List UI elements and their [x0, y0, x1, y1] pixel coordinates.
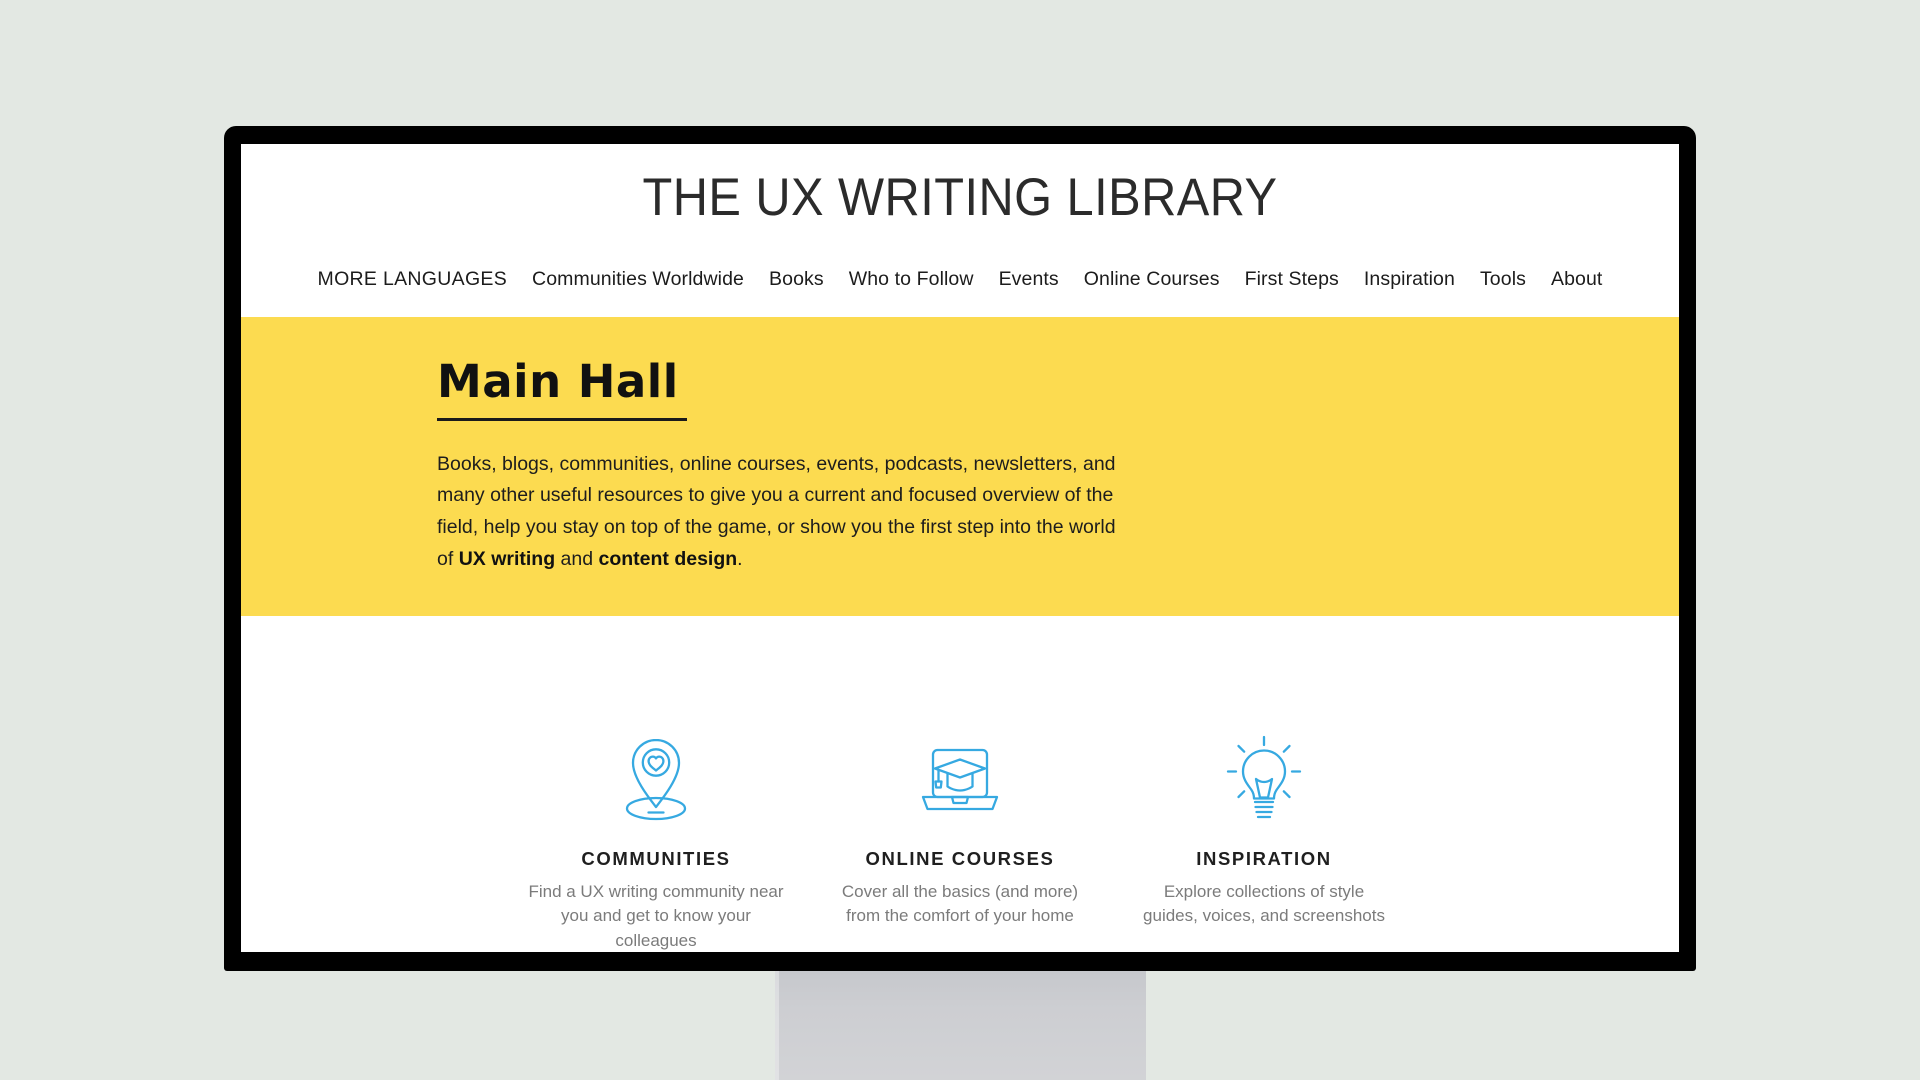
feature-card-online-courses[interactable]: ONLINE COURSES Cover all the basics (and…	[831, 734, 1089, 952]
site-title: THE UX WRITING LIBRARY	[642, 168, 1278, 227]
monitor-mockup: THE UX WRITING LIBRARY MORE LANGUAGES Co…	[224, 126, 1696, 971]
link-content-design[interactable]: content design	[598, 548, 737, 570]
monitor-stand	[775, 971, 1146, 1080]
nav-item-who-to-follow[interactable]: Who to Follow	[849, 268, 974, 291]
feature-cards-row: COMMUNITIES Find a UX writing community …	[241, 615, 1679, 952]
nav-item-tools[interactable]: Tools	[1480, 268, 1526, 291]
map-pin-heart-icon	[527, 734, 785, 826]
browser-viewport: THE UX WRITING LIBRARY MORE LANGUAGES Co…	[241, 144, 1679, 952]
lightbulb-icon	[1135, 734, 1393, 826]
feature-title: INSPIRATION	[1196, 847, 1332, 869]
feature-description: Find a UX writing community near you and…	[528, 881, 784, 951]
feature-description: Cover all the basics (and more) from the…	[841, 881, 1079, 926]
main-navigation[interactable]: MORE LANGUAGES Communities Worldwide Boo…	[241, 268, 1679, 317]
nav-item-events[interactable]: Events	[999, 268, 1059, 291]
nav-item-first-steps[interactable]: First Steps	[1245, 268, 1339, 291]
feature-description: Explore collections of style guides, voi…	[1143, 881, 1385, 926]
site-header: THE UX WRITING LIBRARY MORE LANGUAGES Co…	[241, 144, 1679, 317]
feature-title: COMMUNITIES	[581, 847, 731, 869]
nav-item-online-courses[interactable]: Online Courses	[1084, 268, 1220, 291]
feature-title: ONLINE COURSES	[865, 847, 1055, 869]
link-ux-writing[interactable]: UX writing	[459, 548, 555, 570]
nav-item-about[interactable]: About	[1551, 268, 1602, 291]
nav-item-more-languages[interactable]: MORE LANGUAGES	[318, 268, 508, 291]
nav-item-communities-worldwide[interactable]: Communities Worldwide	[532, 268, 744, 291]
hero-description: Books, blogs, communities, online course…	[437, 449, 1127, 576]
nav-item-books[interactable]: Books	[769, 268, 824, 291]
feature-card-communities[interactable]: COMMUNITIES Find a UX writing community …	[527, 734, 785, 952]
feature-card-inspiration[interactable]: INSPIRATION Explore collections of style…	[1135, 734, 1393, 952]
hero-text-part3: .	[737, 547, 743, 570]
nav-item-inspiration[interactable]: Inspiration	[1364, 268, 1455, 291]
hero-text-part2: and	[555, 547, 599, 570]
hero-section: Main Hall Books, blogs, communities, onl…	[241, 316, 1679, 616]
laptop-graduation-cap-icon	[831, 734, 1089, 826]
page-title: Main Hall	[437, 355, 687, 421]
